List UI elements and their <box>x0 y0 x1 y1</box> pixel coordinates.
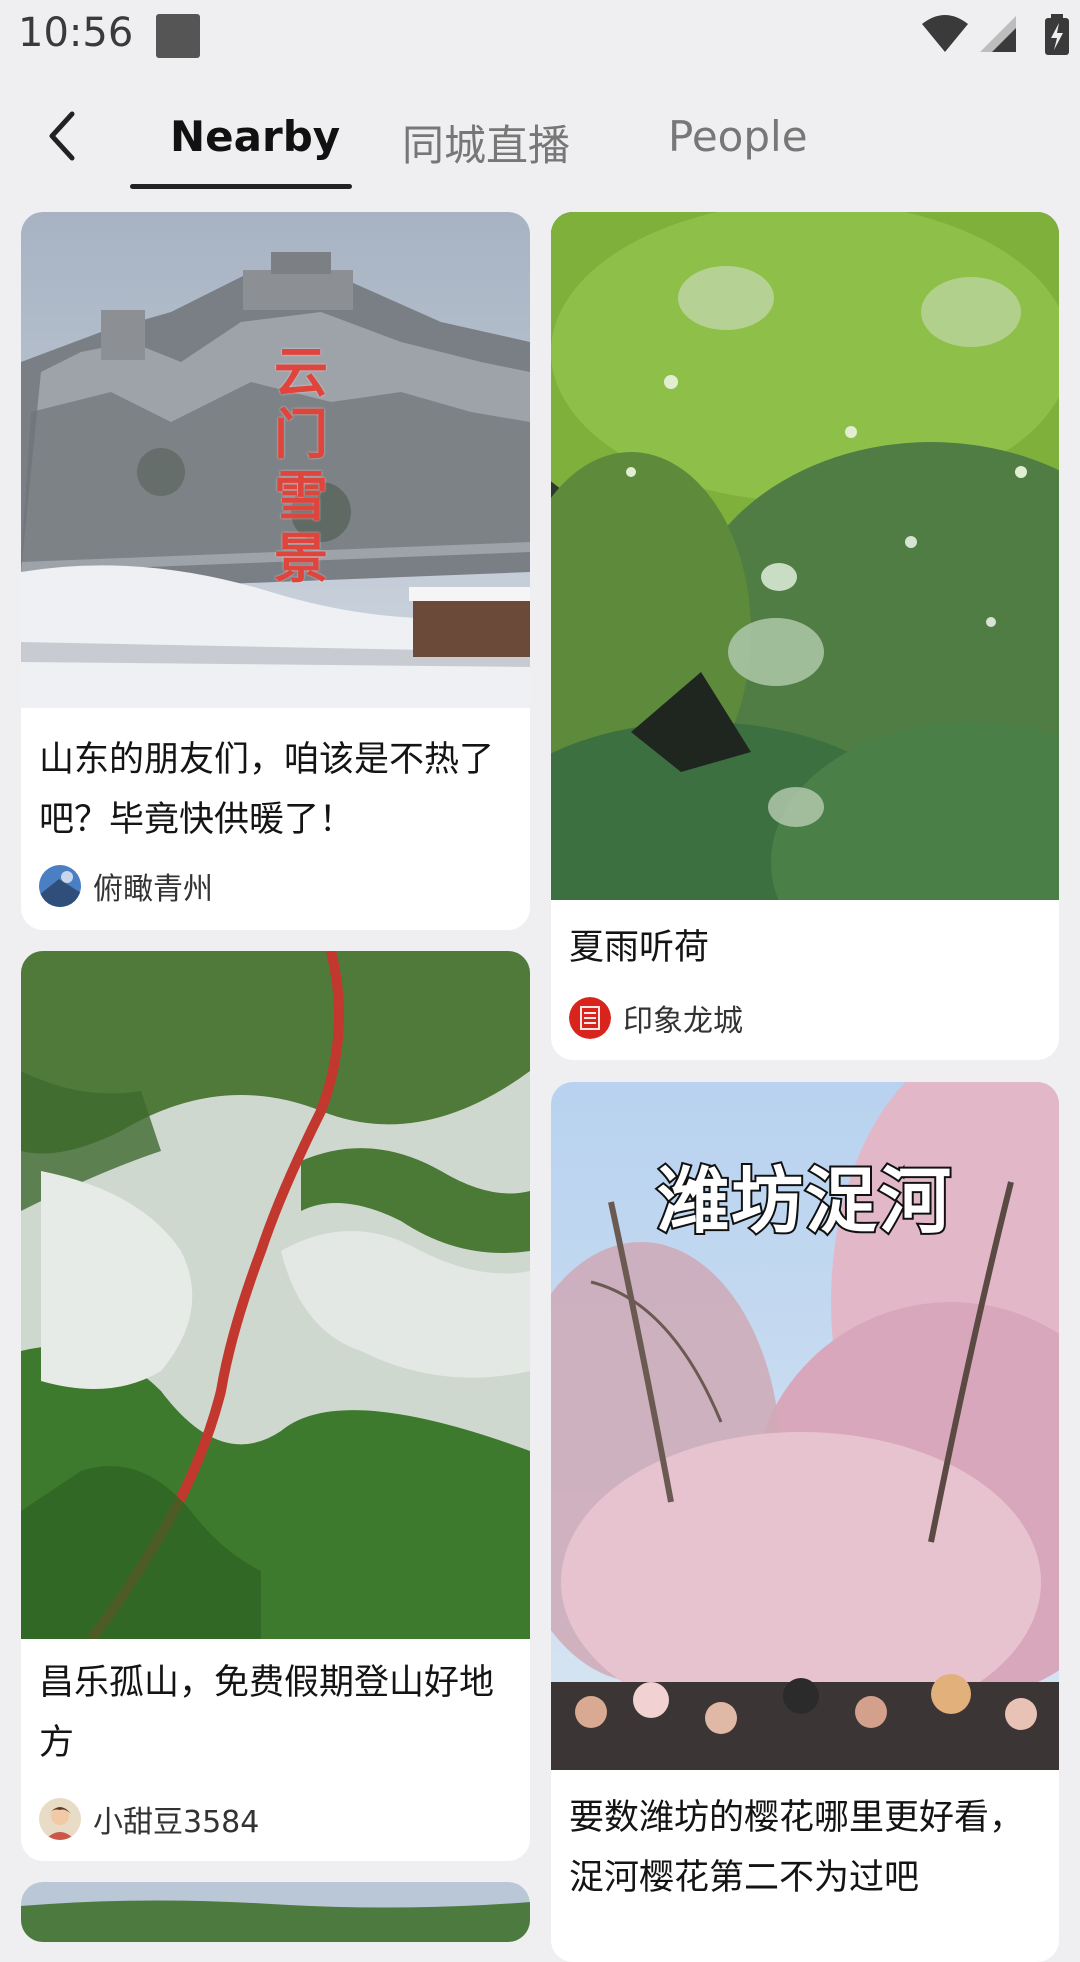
tab-people[interactable]: People <box>668 112 808 161</box>
card-title: 要数潍坊的樱花哪里更好看，浞河樱花第二不为过吧 <box>569 1798 1025 1898</box>
card-author[interactable]: 小甜豆3584 <box>39 1797 259 1841</box>
card-title: 夏雨听荷 <box>569 928 710 968</box>
active-tab-indicator <box>130 184 352 189</box>
author-name: 小甜豆3584 <box>93 1805 260 1840</box>
back-button[interactable] <box>38 106 88 166</box>
card-thumbnail <box>551 212 1059 900</box>
card-author[interactable]: 印象龙城 <box>569 996 743 1040</box>
system-icons <box>920 14 1080 58</box>
top-nav: Nearby 同城直播 People <box>0 76 1080 194</box>
card-author[interactable]: 俯瞰青州 <box>39 864 213 908</box>
notification-square-icon <box>156 14 200 58</box>
image-overlay-text: 云门雪景 <box>274 341 328 590</box>
avatar <box>39 865 81 907</box>
card-thumbnail <box>21 1882 530 1942</box>
feed-card[interactable]: 夏雨听荷 印象龙城 <box>551 212 1059 1060</box>
card-thumbnail: 潍坊浞河 <box>551 1082 1059 1770</box>
card-thumbnail <box>21 951 530 1639</box>
image-overlay-text: 潍坊浞河 <box>655 1157 953 1245</box>
signal-icon <box>980 16 1016 52</box>
card-thumbnail: 云门雪景 <box>21 212 530 708</box>
author-name: 印象龙城 <box>623 1004 743 1039</box>
avatar <box>569 997 611 1039</box>
feed-card[interactable]: 云门雪景 山东的朋友们，咱该是不热了吧？毕竟快供暖了！ 俯瞰青州 <box>21 212 530 930</box>
avatar <box>39 1798 81 1840</box>
status-bar: 10:56 <box>0 0 1080 76</box>
tab-local-live[interactable]: 同城直播 <box>402 112 570 173</box>
battery-charging-icon <box>1045 14 1069 55</box>
card-title: 昌乐孤山，免费假期登山好地方 <box>39 1663 495 1763</box>
tab-nearby[interactable]: Nearby <box>170 112 340 161</box>
author-name: 俯瞰青州 <box>93 872 213 907</box>
status-time: 10:56 <box>18 10 134 56</box>
feed-card[interactable] <box>21 1882 530 1942</box>
feed-card[interactable]: 昌乐孤山，免费假期登山好地方 小甜豆3584 <box>21 951 530 1861</box>
card-title: 山东的朋友们，咱该是不热了吧？毕竟快供暖了！ <box>39 740 495 840</box>
chevron-left-icon <box>49 111 75 161</box>
wifi-icon <box>922 15 968 52</box>
feed-card[interactable]: 潍坊浞河 要数潍坊的樱花哪里更好看，浞河樱花第二不为过吧 <box>551 1082 1059 1962</box>
